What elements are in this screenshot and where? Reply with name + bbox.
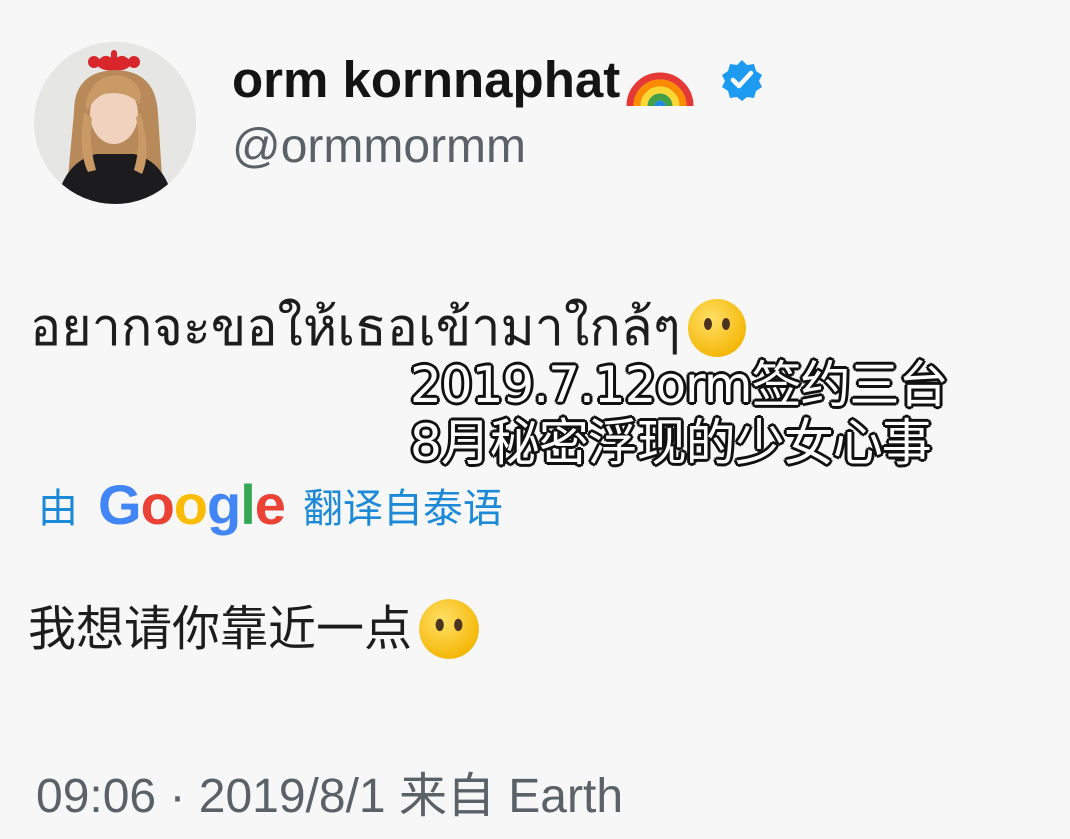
profile-photo-avatar xyxy=(34,42,196,204)
translation-prefix: 由 xyxy=(38,485,78,532)
face-without-mouth-emoji xyxy=(419,599,479,659)
tweet-timestamp[interactable]: 09:06 · 2019/8/1 来自 Earth xyxy=(36,768,623,826)
avatar[interactable] xyxy=(34,42,196,204)
user-handle[interactable]: @ormmormm xyxy=(232,118,526,176)
overlay-line-1: 2019.7.12orm签约三台 xyxy=(410,356,948,414)
rainbow-icon xyxy=(626,72,694,107)
verified-badge-icon xyxy=(722,60,763,101)
tweet-text: อยากจะขอให้เธอเข้ามาใกล้ๆ xyxy=(30,292,749,364)
translation-attribution[interactable]: 由 Google 翻译自泰语 xyxy=(38,472,503,537)
display-name[interactable]: orm kornnaphat xyxy=(232,50,764,110)
translated-text: 我想请你靠近一点 xyxy=(28,596,482,662)
video-caption-overlay: 2019.7.12orm签约三台 8月秘密浮现的少女心事 xyxy=(410,356,948,472)
translation-suffix: 翻译自泰语 xyxy=(302,485,503,532)
google-logo: Google xyxy=(98,473,286,536)
display-name-text: orm kornnaphat xyxy=(232,51,621,108)
translated-text-content: 我想请你靠近一点 xyxy=(28,601,413,657)
tweet-text-content: อยากจะขอให้เธอเข้ามาใกล้ๆ xyxy=(30,298,681,358)
face-without-mouth-emoji xyxy=(687,299,746,357)
overlay-line-2: 8月秘密浮现的少女心事 xyxy=(410,414,932,472)
